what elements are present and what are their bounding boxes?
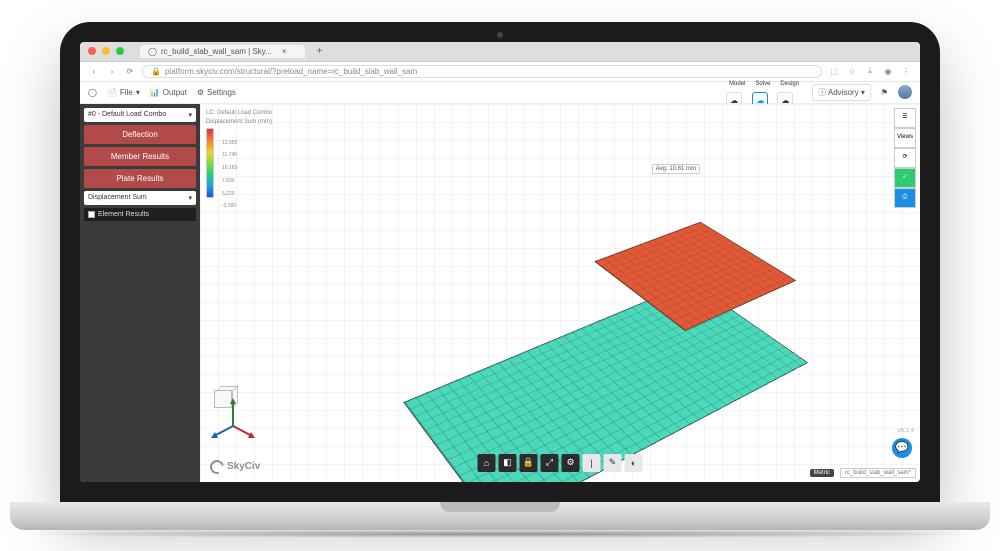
result-callout: Avg: 10.81 mm: [652, 164, 700, 174]
checkbox-icon: [88, 211, 95, 218]
menu-icon[interactable]: ⋮: [900, 67, 912, 76]
viewport-canvas[interactable]: LC: Default Load Combo Displacement Sum …: [200, 104, 920, 482]
tool-shade-icon[interactable]: ◐: [625, 454, 643, 472]
element-results-checkbox[interactable]: Element Results: [84, 208, 196, 221]
maximize-window-icon[interactable]: [116, 47, 124, 55]
user-avatar[interactable]: [898, 85, 912, 99]
workspace: #0 - Default Load Combo▾ Deflection Memb…: [80, 104, 920, 482]
new-tab-button[interactable]: +: [317, 46, 323, 57]
close-window-icon[interactable]: [88, 47, 96, 55]
tool-home-icon[interactable]: ⌂: [478, 454, 496, 472]
right-check-icon[interactable]: ✓: [894, 168, 916, 188]
lock-icon: 🔒: [151, 67, 161, 76]
version-label: v6.1.4: [898, 428, 914, 434]
output-menu[interactable]: 📊 Output: [150, 88, 187, 97]
forward-icon[interactable]: ›: [106, 67, 118, 76]
legend-title-2: Displacement Sum (mm): [206, 119, 272, 125]
legend-values: 13.050 11.745 10.165 7.830 5.220 -0.000: [222, 140, 237, 210]
mode-label-model: Model: [726, 76, 748, 92]
results-panel: #0 - Default Load Combo▾ Deflection Memb…: [80, 104, 200, 482]
tab-close-icon[interactable]: ×: [282, 47, 287, 56]
window-titlebar: ◯ rc_build_slab_wall_sam | Sky... × +: [80, 42, 920, 62]
mode-label-design: Design: [777, 76, 802, 92]
legend-gradient: [206, 128, 214, 198]
url-field[interactable]: 🔒 platform.skyciv.com/structural/?preloa…: [142, 65, 822, 78]
view-toolbar: ⌂ ◧ 🔒 ⤢ ⚙ | ✎ ◐: [478, 454, 643, 472]
result-type-select[interactable]: Displacement Sum▾: [84, 191, 196, 205]
logo-icon: ◯: [88, 88, 97, 97]
status-bar: Metric rc_build_slab_wall_sam*: [810, 468, 916, 478]
help-chat-icon[interactable]: 💬: [892, 438, 912, 458]
laptop-base: [10, 502, 990, 530]
notification-icon[interactable]: ⚑: [881, 88, 888, 97]
legend-title-1: LC: Default Load Combo: [206, 110, 272, 116]
load-combo-select[interactable]: #0 - Default Load Combo▾: [84, 108, 196, 122]
tool-separator: |: [583, 454, 601, 472]
reload-icon[interactable]: ⟳: [124, 67, 136, 76]
app-toolbar: ◯ 📄 File ▾ 📊 Output ⚙ Settings Model ☁ S…: [80, 82, 920, 104]
plate-results-button[interactable]: Plate Results: [84, 169, 196, 188]
laptop-frame: ◯ rc_build_slab_wall_sam | Sky... × + ‹ …: [60, 22, 940, 530]
star-icon[interactable]: ☆: [846, 67, 858, 76]
mode-label-solve: Solve: [752, 76, 773, 92]
tab-favicon: ◯: [148, 47, 157, 56]
deflection-button[interactable]: Deflection: [84, 125, 196, 144]
tool-lock-icon[interactable]: 🔒: [520, 454, 538, 472]
advisory-button[interactable]: ⓘ Advisory ▾: [812, 84, 871, 101]
file-menu[interactable]: 📄 File ▾: [107, 88, 140, 97]
extension-icon[interactable]: ⬚: [828, 67, 840, 76]
units-badge[interactable]: Metric: [810, 469, 834, 477]
right-views-button[interactable]: Views: [894, 128, 916, 148]
tool-fit-icon[interactable]: ⤢: [541, 454, 559, 472]
tool-view-icon[interactable]: ◧: [499, 454, 517, 472]
color-legend: LC: Default Load Combo Displacement Sum …: [206, 110, 272, 198]
browser-tab[interactable]: ◯ rc_build_slab_wall_sam | Sky... ×: [140, 45, 305, 58]
tool-edit-icon[interactable]: ✎: [604, 454, 622, 472]
install-icon[interactable]: ⤓: [864, 66, 876, 76]
settings-menu[interactable]: ⚙ Settings: [197, 88, 236, 97]
filename-display: rc_build_slab_wall_sam*: [840, 468, 916, 478]
url-text: platform.skyciv.com/structural/?preload_…: [165, 67, 417, 76]
brand-logo: SkyCiv: [210, 460, 260, 474]
profile-icon[interactable]: ◉: [882, 67, 894, 76]
camera-dot: [497, 32, 503, 38]
minimize-window-icon[interactable]: [102, 47, 110, 55]
axes-gizmo[interactable]: [210, 396, 256, 447]
screen: ◯ rc_build_slab_wall_sam | Sky... × + ‹ …: [80, 42, 920, 482]
right-menu-icon[interactable]: ☰: [894, 108, 916, 128]
right-toolbar: ☰ Views ⟳ ✓ ⎙: [894, 108, 916, 208]
tool-settings-icon[interactable]: ⚙: [562, 454, 580, 472]
right-print-icon[interactable]: ⎙: [894, 188, 916, 208]
tab-title: rc_build_slab_wall_sam | Sky...: [161, 47, 272, 56]
right-refresh-icon[interactable]: ⟳: [894, 148, 916, 168]
member-results-button[interactable]: Member Results: [84, 147, 196, 166]
back-icon[interactable]: ‹: [88, 67, 100, 76]
